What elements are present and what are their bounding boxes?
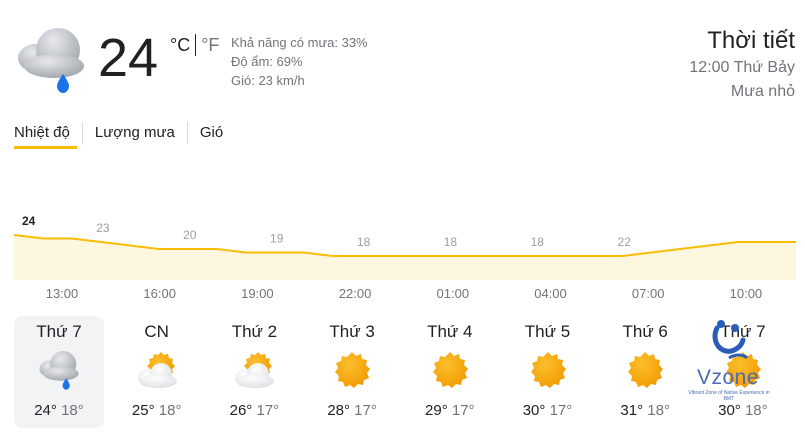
active-tab-underline <box>14 146 77 149</box>
unit-divider <box>195 34 197 56</box>
day-card[interactable]: Thứ 4 29° 17° <box>405 316 495 428</box>
low-temp: 17° <box>256 402 280 419</box>
day-name: CN <box>144 322 169 341</box>
low-temp: 17° <box>451 402 475 419</box>
sun-icon <box>526 348 570 392</box>
rain-cloud-icon <box>14 24 88 96</box>
day-temps: 30° 17° <box>503 402 593 419</box>
low-temp: 17° <box>354 402 377 419</box>
time-axis: 13:00 16:00 19:00 22:00 01:00 04:00 07:00 10:00 <box>14 286 796 302</box>
temperature-area <box>14 235 796 280</box>
unit-fahrenheit[interactable]: °F <box>201 35 219 56</box>
vzone-watermark: Vzone Vibrant Zone of Native Experience … <box>683 318 783 402</box>
temperature-label: 20 <box>183 228 197 242</box>
temperature-label: 18 <box>444 235 458 249</box>
wind-speed: Gió: 23 km/h <box>231 73 305 88</box>
high-temp: 29° <box>425 402 448 419</box>
temperature-label: 23 <box>96 221 110 235</box>
weather-details: Khả năng có mưa: 33% Độ ẩm: 69% Gió: 23 … <box>231 33 368 90</box>
vzone-logo-icon <box>712 320 749 360</box>
tab-wind[interactable]: Gió <box>188 121 235 145</box>
day-temps: 28° 17° <box>307 402 397 419</box>
day-card[interactable]: Thứ 7 24° 18° <box>14 316 104 428</box>
time-tick: 19:00 <box>241 286 274 301</box>
temperature-label: 18 <box>357 235 371 249</box>
rain-chance: Khả năng có mưa: 33% <box>231 35 368 50</box>
temperature-label: 18 <box>531 235 545 249</box>
time-tick: 04:00 <box>534 286 567 301</box>
weather-datetime: 12:00 Thứ Bảy <box>689 59 795 76</box>
temperature-label: 19 <box>270 232 284 246</box>
day-card[interactable]: Thứ 3 28° 17° <box>307 316 397 428</box>
rain-cloud-icon <box>37 348 81 392</box>
low-temp: 18° <box>158 402 182 419</box>
day-temps: 26° 17° <box>209 402 299 419</box>
time-tick: 10:00 <box>729 286 763 301</box>
weather-title: Thời tiết <box>707 27 795 54</box>
tab-precipitation[interactable]: Lượng mưa <box>83 121 187 145</box>
low-temp: 18° <box>647 402 670 419</box>
high-temp: 30° <box>522 402 546 419</box>
low-temp: 18° <box>61 402 84 419</box>
day-card[interactable]: CN 25° 18° <box>112 316 202 428</box>
day-temps: 24° 18° <box>14 402 104 419</box>
sun-icon <box>623 348 667 392</box>
temperature-chart: 24 23 20 19 18 18 18 22 <box>14 214 796 280</box>
day-name: Thứ 4 <box>427 322 473 341</box>
tab-temperature[interactable]: Nhiệt độ <box>14 121 82 145</box>
low-temp: 17° <box>549 402 573 419</box>
time-tick: 16:00 <box>143 286 176 301</box>
temperature-label: 24 <box>22 214 36 228</box>
temperature-label: 22 <box>618 235 632 249</box>
metric-tabs: Nhiệt độ Lượng mưa Gió <box>14 116 235 150</box>
sun-icon <box>428 348 472 392</box>
time-tick: 22:00 <box>338 286 372 301</box>
partly-cloudy-icon <box>135 348 179 392</box>
day-name: Thứ 6 <box>622 322 668 341</box>
high-temp: 25° <box>131 402 155 419</box>
weather-condition: Mưa nhỏ <box>730 83 795 100</box>
time-tick: 01:00 <box>436 286 470 301</box>
time-tick: 13:00 <box>45 286 79 301</box>
day-name: Thứ 3 <box>329 322 375 341</box>
day-temps: 31° 18° <box>600 402 690 419</box>
unit-toggle: °C °F <box>170 34 219 56</box>
day-card[interactable]: Thứ 2 26° 17° <box>209 316 299 428</box>
unit-celsius[interactable]: °C <box>170 35 190 56</box>
high-temp: 30° <box>718 402 741 419</box>
day-name: Thứ 7 <box>36 322 82 341</box>
day-temps: 29° 17° <box>405 402 495 419</box>
day-card[interactable]: Thứ 5 30° 17° <box>503 316 593 428</box>
day-temps: 25° 18° <box>112 402 202 419</box>
day-temps: 30° 18° <box>698 402 788 419</box>
weather-header: 24 °C °F Khả năng có mưa: 33% Độ ẩm: 69%… <box>0 0 805 110</box>
high-temp: 28° <box>327 402 350 419</box>
watermark-tagline: Vibrant Zone of Native Experience in BMT <box>688 390 770 402</box>
watermark-text: Vzone <box>696 366 760 389</box>
day-card[interactable]: Thứ 6 31° 18° <box>600 316 690 428</box>
low-temp: 18° <box>744 402 768 419</box>
daily-forecast: Thứ 7 24° 18° CN 25° 18° Thứ 2 26° 17° T… <box>14 316 796 428</box>
current-temperature: 24 <box>98 28 159 88</box>
high-temp: 26° <box>229 402 253 419</box>
partly-cloudy-icon <box>232 348 276 392</box>
day-name: Thứ 2 <box>231 322 278 341</box>
high-temp: 24° <box>34 402 57 419</box>
high-temp: 31° <box>620 402 644 419</box>
day-name: Thứ 5 <box>524 322 571 341</box>
sun-icon <box>330 348 374 392</box>
weather-summary: Thời tiết 12:00 Thứ Bảy Mưa nhỏ <box>689 26 795 104</box>
time-tick: 07:00 <box>631 286 665 301</box>
humidity: Độ ẩm: 69% <box>231 54 303 69</box>
